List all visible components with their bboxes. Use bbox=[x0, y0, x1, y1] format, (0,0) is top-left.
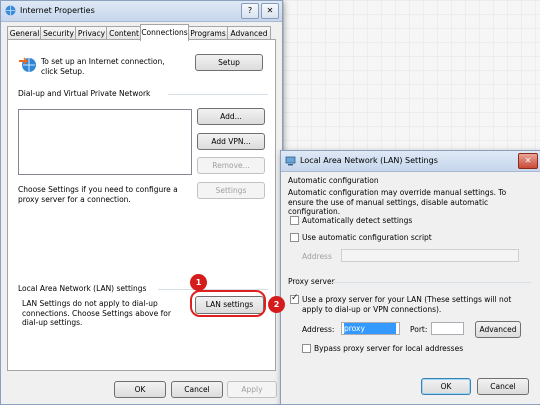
titlebar: Internet Properties ? ✕ bbox=[1, 1, 282, 22]
tab-content[interactable]: Content bbox=[106, 26, 142, 40]
lan-heading: Local Area Network (LAN) settings bbox=[18, 284, 147, 293]
ok-button[interactable]: OK bbox=[421, 378, 471, 395]
proxy-address-label: Address: bbox=[302, 325, 335, 334]
background-grid bbox=[283, 0, 540, 150]
add-button[interactable]: Add... bbox=[197, 108, 265, 125]
step-badge-1: 1 bbox=[190, 274, 207, 291]
close-button[interactable]: ✕ bbox=[261, 3, 279, 19]
script-address-field[interactable] bbox=[341, 249, 519, 262]
use-proxy-checkbox[interactable] bbox=[290, 293, 299, 304]
cancel-button[interactable]: Cancel bbox=[171, 381, 223, 398]
setup-text: To set up an Internet connection, click … bbox=[41, 57, 165, 76]
auto-config-heading: Automatic configuration bbox=[288, 176, 379, 185]
titlebar: Local Area Network (LAN) Settings ✕ bbox=[281, 151, 540, 172]
tab-privacy[interactable]: Privacy bbox=[75, 26, 108, 40]
add-vpn-button[interactable]: Add VPN... bbox=[197, 133, 265, 150]
help-button[interactable]: ? bbox=[241, 3, 259, 19]
ok-button[interactable]: OK bbox=[114, 381, 166, 398]
use-script-checkbox[interactable] bbox=[290, 233, 299, 242]
proxy-address-value: proxy bbox=[344, 323, 396, 334]
network-icon bbox=[285, 156, 296, 166]
setup-button[interactable]: Setup bbox=[195, 54, 263, 71]
tab-general[interactable]: General bbox=[7, 26, 42, 40]
use-proxy-label: Use a proxy server for your LAN (These s… bbox=[302, 295, 512, 314]
lan-text: LAN Settings do not apply to dial-up con… bbox=[22, 299, 171, 327]
settings-text: Choose Settings if you need to configure… bbox=[18, 185, 178, 204]
connections-list[interactable] bbox=[18, 109, 192, 175]
use-script-label: Use automatic configuration script bbox=[302, 233, 432, 242]
proxy-heading: Proxy server bbox=[288, 277, 335, 286]
script-address-label: Address bbox=[302, 252, 332, 261]
internet-properties-window: Internet Properties ? ✕ General Security… bbox=[0, 0, 283, 405]
remove-button[interactable]: Remove... bbox=[197, 157, 265, 174]
auto-config-text: Automatic configuration may override man… bbox=[288, 188, 507, 216]
cancel-button[interactable]: Cancel bbox=[477, 378, 529, 395]
highlight-ring bbox=[190, 290, 266, 317]
bypass-checkbox[interactable] bbox=[302, 344, 311, 353]
tab-programs[interactable]: Programs bbox=[187, 26, 229, 40]
close-button[interactable]: ✕ bbox=[518, 153, 538, 169]
lan-settings-dialog: Local Area Network (LAN) Settings ✕ Auto… bbox=[280, 150, 540, 405]
bypass-label: Bypass proxy server for local addresses bbox=[314, 344, 464, 353]
auto-detect-checkbox[interactable] bbox=[290, 216, 299, 225]
auto-detect-label: Automatically detect settings bbox=[302, 216, 413, 225]
dialog-title: Local Area Network (LAN) Settings bbox=[300, 156, 438, 165]
advanced-button[interactable]: Advanced bbox=[475, 321, 521, 338]
tab-advanced[interactable]: Advanced bbox=[227, 26, 271, 40]
proxy-address-field[interactable]: proxy bbox=[341, 322, 400, 335]
settings-button[interactable]: Settings bbox=[197, 182, 265, 199]
step-badge-2: 2 bbox=[268, 296, 285, 313]
tab-connections[interactable]: Connections bbox=[140, 24, 189, 41]
apply-button[interactable]: Apply bbox=[227, 381, 277, 398]
divider bbox=[168, 94, 268, 95]
tab-security[interactable]: Security bbox=[40, 26, 77, 40]
port-label: Port: bbox=[410, 325, 428, 334]
dialup-heading: Dial-up and Virtual Private Network bbox=[18, 89, 151, 98]
port-field[interactable] bbox=[431, 322, 464, 335]
connections-page: To set up an Internet connection, click … bbox=[7, 39, 276, 371]
globe-icon bbox=[5, 5, 16, 16]
divider bbox=[331, 282, 531, 283]
internet-connection-icon bbox=[19, 57, 36, 72]
window-title: Internet Properties bbox=[20, 6, 95, 15]
